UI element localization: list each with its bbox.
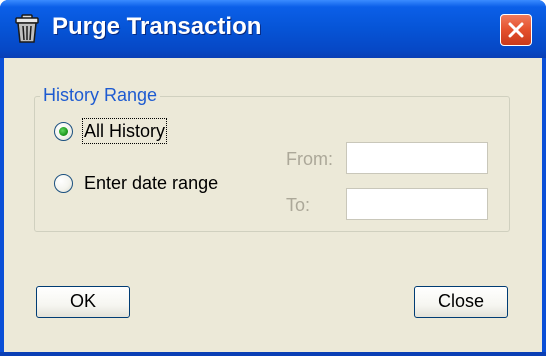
all-history-radio[interactable] [54, 122, 73, 141]
title-bar[interactable]: Purge Transaction [0, 0, 546, 58]
history-range-legend: History Range [40, 84, 161, 106]
purge-transaction-dialog: Purge Transaction History Range All Hist… [0, 0, 546, 356]
enter-date-range-label[interactable]: Enter date range [84, 172, 218, 194]
enter-date-range-radio[interactable] [54, 174, 73, 193]
close-x-icon [508, 22, 524, 38]
trash-can-icon [14, 14, 40, 44]
dialog-body: History Range All History Enter date ran… [4, 58, 542, 352]
close-button[interactable]: Close [414, 286, 508, 318]
close-window-button[interactable] [500, 14, 532, 46]
all-history-label[interactable]: All History [81, 118, 168, 144]
from-date-field[interactable] [346, 142, 488, 174]
ok-button[interactable]: OK [36, 286, 130, 318]
window-bottom-border [0, 352, 546, 356]
window-title: Purge Transaction [52, 13, 262, 40]
to-label: To: [286, 195, 311, 215]
from-label: From: [286, 149, 333, 169]
to-date-field[interactable] [346, 188, 488, 220]
